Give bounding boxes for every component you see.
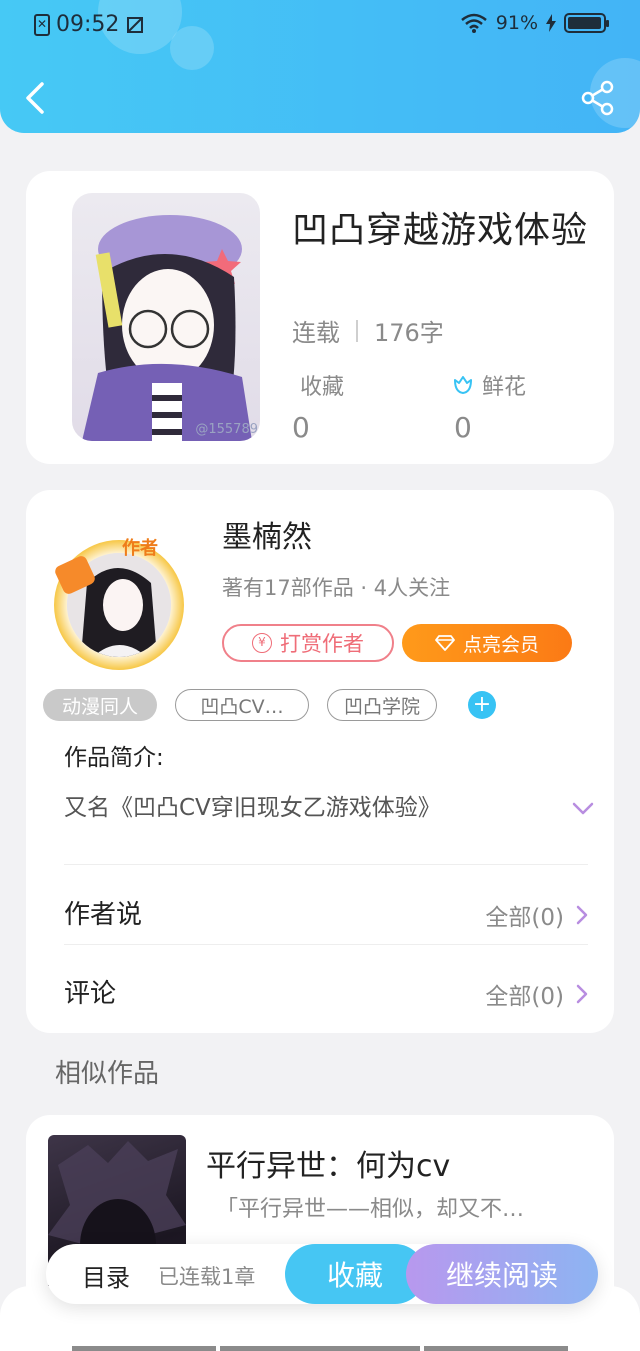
screenshot-icon (127, 16, 144, 33)
no-sim-icon: ✕ (34, 13, 50, 36)
word-count: 176字 (374, 319, 444, 347)
bottom-handle (72, 1346, 568, 1351)
author-stats: 著有17部作品 · 4人关注 (222, 576, 451, 600)
continue-reading-button[interactable]: 继续阅读 (406, 1244, 598, 1304)
chapter-count: 已连载1章 (158, 1265, 256, 1289)
vip-button[interactable]: 点亮会员 (402, 624, 572, 662)
chevron-down-icon[interactable] (572, 802, 594, 816)
toc-button[interactable]: 目录 (82, 1258, 130, 1293)
favorites-count: 0 (292, 411, 310, 444)
charging-icon (546, 14, 556, 32)
flowers-count: 0 (454, 411, 472, 444)
yen-icon: ¥ (252, 633, 272, 653)
book-title: 凹凸穿越游戏体验 (292, 210, 589, 251)
author-name[interactable]: 墨楠然 (222, 512, 312, 556)
share-icon[interactable] (580, 80, 616, 116)
tag-item[interactable]: 凹凸学院 (327, 689, 437, 721)
status-bar: ✕ 09:52 91% (0, 0, 640, 52)
battery-percent: 91% (495, 12, 538, 34)
similar-section-title: 相似作品 (55, 1059, 160, 1089)
battery-icon (564, 13, 609, 33)
comments-link[interactable]: 全部(0) (485, 977, 588, 1011)
diamond-icon (435, 635, 455, 651)
bottom-action-bar: 目录 已连载1章 收藏 继续阅读 (46, 1244, 598, 1304)
cover-watermark: @155789 (195, 422, 258, 437)
book-info-card: @155789 凹凸穿越游戏体验 连载 176字 收藏 0 鲜花 0 (26, 171, 614, 464)
author-avatar[interactable]: 作者 (53, 538, 184, 670)
book-cover[interactable]: @155789 (72, 193, 260, 441)
author-says-link[interactable]: 全部(0) (485, 898, 588, 932)
favorites-label[interactable]: 收藏 (300, 369, 344, 401)
similar-title: 平行异世：何为cv (206, 1149, 451, 1184)
author-says-label: 作者说 (64, 900, 143, 930)
chevron-right-icon (576, 905, 588, 925)
comments-label: 评论 (64, 979, 117, 1009)
flowers-label-text: 鲜花 (482, 375, 527, 400)
back-icon[interactable] (18, 78, 54, 118)
author-badge: 作者 (122, 538, 158, 559)
cover-illustration (82, 215, 252, 441)
intro-title: 作品简介: (64, 745, 164, 771)
favorite-button[interactable]: 收藏 (285, 1244, 425, 1304)
flower-icon (454, 376, 472, 394)
chevron-right-icon (576, 984, 588, 1004)
wifi-icon (460, 13, 487, 33)
flowers-label[interactable]: 鲜花 (452, 369, 526, 401)
book-status: 连载 (292, 319, 340, 347)
battery-fill (568, 17, 601, 29)
author-says-value: 全部(0) (485, 905, 564, 931)
author-card: 作者 墨楠然 著有17部作品 · 4人关注 ¥ 打赏作者 点亮会员 动漫同人 凹… (26, 490, 614, 1033)
favorites-label-text: 收藏 (300, 375, 345, 400)
tip-author-label: 打赏作者 (280, 632, 364, 656)
tag-item[interactable]: 凹凸CV… (175, 689, 309, 721)
divider (64, 864, 588, 865)
tip-author-button[interactable]: ¥ 打赏作者 (222, 624, 394, 662)
divider (64, 944, 588, 945)
tag-item[interactable]: 动漫同人 (43, 689, 157, 721)
intro-text: 又名《凹凸CV穿旧现女乙游戏体验》 (64, 795, 441, 821)
add-tag-button[interactable]: + (468, 691, 496, 719)
top-header: ✕ 09:52 91% (0, 0, 640, 133)
meta-divider (356, 319, 358, 342)
vip-label: 点亮会员 (462, 633, 539, 656)
comments-value: 全部(0) (485, 984, 564, 1010)
similar-desc: 「平行异世——相似，却又不… (216, 1197, 525, 1222)
clock: 09:52 (56, 12, 120, 37)
book-meta: 连载 176字 (292, 313, 444, 348)
